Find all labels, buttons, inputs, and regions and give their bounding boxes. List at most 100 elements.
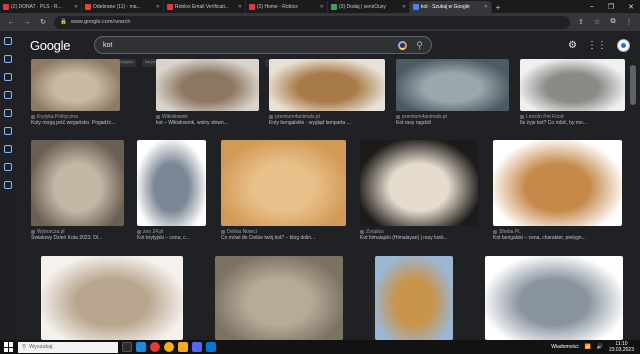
result-title: Kot himalajski (Himalayan) | rasy kotó..…	[360, 235, 448, 241]
result-image[interactable]	[215, 256, 343, 340]
browser-sidebar	[0, 31, 16, 340]
result-title: Kot bengalski – cena, charakter, pielęgn…	[493, 235, 586, 241]
browser-tab[interactable]: Odebrane (11) - ma... ✕	[82, 1, 164, 13]
result-image[interactable]	[485, 256, 623, 340]
sidebar-notes-icon[interactable]	[4, 109, 12, 117]
result-title: Koty mogą jeść wegańsko. Pogadźc...	[31, 120, 116, 126]
result-title: Ile żyje kot? Co robić, by mo...	[520, 120, 587, 126]
site-favicon-icon	[31, 230, 35, 234]
result-title: kot – Wikisłownik, wolny słown...	[156, 120, 228, 126]
gear-icon[interactable]: ⚙	[568, 40, 577, 51]
result-title: Koty bengalskie - wygląd łamparta ...	[269, 120, 351, 126]
result-caption[interactable]: Sheba PL Kot bengalski – cena, charakter,…	[493, 229, 622, 241]
result-caption[interactable]: Wikisłownik kot – Wikisłownik, wolny słow…	[156, 114, 259, 126]
site-favicon-icon	[360, 230, 364, 234]
widgets-icon[interactable]	[136, 342, 146, 352]
back-icon[interactable]: ←	[6, 17, 16, 27]
menu-icon[interactable]: ⋮	[624, 17, 634, 27]
news-label[interactable]: Wiadomości	[551, 344, 578, 350]
result-image[interactable]	[396, 59, 509, 111]
discord-icon[interactable]	[192, 342, 202, 352]
browser-tab[interactable]: (2) Home - Roblox ✕	[246, 1, 328, 13]
scrollbar-thumb[interactable]	[630, 65, 636, 105]
result-image[interactable]	[31, 140, 124, 226]
file-explorer-icon[interactable]	[178, 342, 188, 352]
result-image[interactable]	[137, 140, 206, 226]
windows-start-icon[interactable]	[4, 342, 14, 352]
result-image[interactable]	[31, 59, 120, 111]
star-icon[interactable]: ☆	[592, 17, 602, 27]
site-favicon-icon	[493, 230, 497, 234]
browser-tab[interactable]: (3) Dodaj | sensOusy ✕	[328, 1, 410, 13]
result-image[interactable]	[493, 140, 622, 226]
volume-icon[interactable]: 🔊	[597, 344, 603, 350]
result-caption[interactable]: premium4animals.pl Kot rasy ragdoll	[396, 114, 509, 126]
google-lens-icon[interactable]	[398, 41, 407, 50]
result-caption[interactable]: premium4animals.pl Koty bengalskie - wygl…	[269, 114, 385, 126]
result-caption[interactable]: Krytyka Polityczna Koty mogą jeść wegańsk…	[31, 114, 120, 126]
avatar[interactable]	[617, 38, 630, 52]
tab-close-icon[interactable]: ✕	[238, 4, 242, 10]
apps-grid-icon[interactable]: ⋮⋮	[587, 40, 607, 51]
result-caption[interactable]: Dolina Notecí Co mówi do Ciebie twój kot?…	[221, 229, 346, 241]
result-image[interactable]	[375, 256, 453, 340]
sidebar-bookmarks-icon[interactable]	[4, 55, 12, 63]
sidebar-history-icon[interactable]	[4, 73, 12, 81]
task-view-icon[interactable]	[122, 342, 132, 352]
result-caption[interactable]: Lincoln Pet Food Ile żyje kot? Co robić, …	[520, 114, 625, 126]
browser-tab[interactable]: Roblox Email Verificati... ✕	[164, 1, 246, 13]
sidebar-messenger-icon[interactable]	[4, 127, 12, 135]
maximize-icon[interactable]: ❐	[608, 3, 614, 11]
search-input[interactable]: kot ⚲	[94, 36, 432, 54]
url-text: www.google.com/search	[70, 19, 131, 25]
tab-close-icon[interactable]: ✕	[74, 4, 78, 10]
forward-icon[interactable]: →	[22, 17, 32, 27]
close-icon[interactable]: ✕	[628, 3, 634, 11]
address-bar[interactable]: 🔒 www.google.com/search	[54, 15, 570, 29]
browser-tab[interactable]: (2) DONAT · PLS - R... ✕	[0, 1, 82, 13]
browser-tab[interactable]: kot - Szukaj w Google ✕	[410, 1, 492, 13]
taskbar-search[interactable]: ⚲ Wyszukaj	[18, 341, 118, 353]
result-caption[interactable]: zoo 24.pl Kot brytyjski – cena, c...	[137, 229, 206, 241]
sidebar-home-icon[interactable]	[4, 37, 12, 45]
reload-icon[interactable]: ↻	[38, 17, 48, 27]
chrome-icon[interactable]	[164, 342, 174, 352]
scrollbar[interactable]	[626, 59, 640, 340]
tab-favicon-icon	[3, 4, 9, 10]
search-icon[interactable]: ⚲	[416, 40, 423, 51]
opera-icon[interactable]	[150, 342, 160, 352]
tab-close-icon[interactable]: ✕	[320, 4, 324, 10]
minimize-icon[interactable]: –	[590, 3, 594, 10]
site-favicon-icon	[221, 230, 225, 234]
extensions-icon[interactable]: ⧉	[608, 17, 618, 27]
result-image[interactable]	[221, 140, 346, 226]
sidebar-mail-icon[interactable]	[4, 163, 12, 171]
tab-favicon-icon	[413, 4, 419, 10]
result-image[interactable]	[360, 140, 478, 226]
new-tab-button[interactable]: +	[492, 1, 504, 13]
store-icon[interactable]	[206, 342, 216, 352]
clock[interactable]: 11:10 23.03.2023	[609, 341, 634, 353]
tab-label: Roblox Email Verificati...	[175, 4, 229, 10]
share-icon[interactable]: ⇪	[576, 17, 586, 27]
result-caption[interactable]: Wyborcza.pl Światowy Dzień Kota 2023. Dl.…	[31, 229, 124, 241]
site-favicon-icon	[156, 115, 160, 119]
result-title: Kot rasy ragdoll	[396, 120, 431, 126]
result-image[interactable]	[156, 59, 259, 111]
result-image[interactable]	[269, 59, 385, 111]
sidebar-downloads-icon[interactable]	[4, 91, 12, 99]
result-image[interactable]	[520, 59, 625, 111]
sidebar-music-icon[interactable]	[4, 145, 12, 153]
tab-close-icon[interactable]: ✕	[156, 4, 160, 10]
tab-close-icon[interactable]: ✕	[484, 4, 488, 10]
lock-icon: 🔒	[60, 19, 67, 25]
sidebar-settings-icon[interactable]	[4, 181, 12, 189]
result-image[interactable]	[41, 256, 183, 340]
tab-strip: (2) DONAT · PLS - R... ✕ Odebrane (11) - m…	[0, 0, 640, 13]
tab-close-icon[interactable]: ✕	[402, 4, 406, 10]
network-icon[interactable]: 📶	[585, 344, 591, 350]
image-results: kot maine coonkot syjamskikot brytyjskik…	[16, 59, 626, 340]
tab-favicon-icon	[331, 4, 337, 10]
google-logo[interactable]: Google	[30, 38, 70, 53]
result-caption[interactable]: Zooplus Kot himalajski (Himalayan) | rasy…	[360, 229, 478, 241]
